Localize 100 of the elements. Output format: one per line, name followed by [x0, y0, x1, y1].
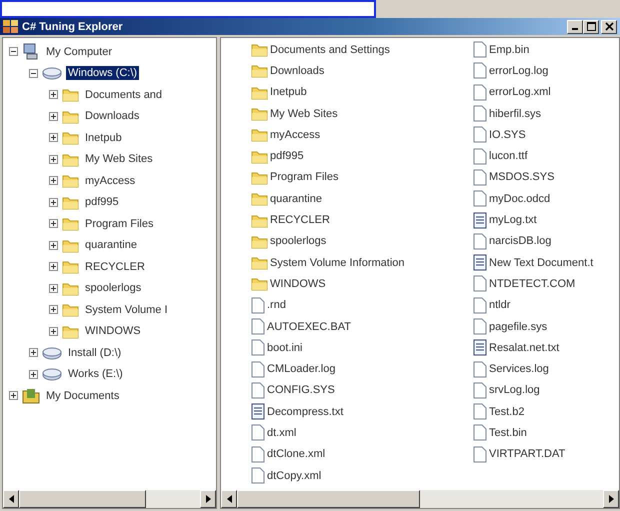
expand-icon[interactable]: [49, 133, 58, 142]
file-item[interactable]: spoolerlogs: [270, 235, 326, 248]
tree-item[interactable]: WINDOWS: [83, 324, 143, 338]
tree-item[interactable]: Inetpub: [83, 130, 124, 145]
tree-item[interactable]: Downloads: [83, 109, 142, 124]
file-item[interactable]: VIRTPART.DAT: [489, 448, 566, 460]
file-item[interactable]: MSDOS.SYS: [489, 171, 554, 184]
tree-item[interactable]: System Volume I: [83, 302, 170, 317]
file-item[interactable]: Program Files: [270, 171, 338, 184]
scroll-right-button[interactable]: [603, 490, 619, 508]
scrollbar-thumb[interactable]: [237, 490, 420, 508]
collapse-icon[interactable]: [29, 68, 38, 78]
file-item[interactable]: myAccess: [270, 128, 320, 141]
tree-item[interactable]: Program Files: [83, 216, 156, 231]
file-icon: [251, 446, 265, 463]
file-item[interactable]: My Web Sites: [270, 108, 338, 120]
tree-item[interactable]: Windows (C:\): [66, 66, 140, 80]
file-item[interactable]: Test.bin: [489, 426, 527, 439]
expand-icon[interactable]: [29, 370, 38, 379]
file-item[interactable]: IO.SYS: [489, 128, 526, 141]
expand-icon[interactable]: [49, 240, 58, 250]
tree-item[interactable]: quarantine: [83, 238, 139, 252]
tree-item[interactable]: My Computer: [44, 44, 114, 59]
file-item[interactable]: CMLoader.log: [267, 363, 336, 376]
folder-icon: [251, 234, 268, 249]
file-item[interactable]: Emp.bin: [489, 44, 530, 56]
folder-icon: [62, 108, 79, 124]
file-icon: [251, 296, 265, 314]
expand-icon[interactable]: [49, 198, 58, 207]
tree-item[interactable]: My Web Sites: [83, 152, 155, 166]
expand-icon[interactable]: [49, 112, 58, 121]
file-item[interactable]: pagefile.sys: [489, 320, 548, 332]
file-item[interactable]: NTDETECT.COM: [489, 278, 576, 290]
scroll-left-button[interactable]: [3, 490, 19, 508]
file-item[interactable]: errorLog.xml: [489, 86, 551, 98]
tree-item[interactable]: Install (D:\): [66, 346, 124, 360]
file-item[interactable]: .rnd: [267, 299, 286, 312]
file-item[interactable]: Downloads: [270, 64, 324, 77]
folder-icon: [62, 173, 79, 188]
file-item[interactable]: errorLog.log: [489, 64, 548, 77]
file-item[interactable]: narcisDB.log: [489, 235, 552, 248]
tree-item[interactable]: myAccess: [83, 174, 138, 188]
file-item[interactable]: CONFIG.SYS: [267, 384, 335, 396]
file-item[interactable]: ntldr: [489, 299, 510, 312]
folder-icon: [62, 238, 79, 253]
file-item[interactable]: RECYCLER: [270, 214, 330, 226]
file-item[interactable]: Inetpub: [270, 86, 307, 98]
expand-icon[interactable]: [49, 90, 58, 100]
tree-item[interactable]: Documents and: [83, 88, 164, 102]
tree-item[interactable]: spoolerlogs: [83, 281, 144, 296]
expand-icon[interactable]: [49, 176, 58, 186]
minimize-button[interactable]: [567, 20, 583, 34]
file-icon: [251, 382, 265, 399]
file-item[interactable]: Resalat.net.txt: [489, 342, 560, 354]
scroll-right-button[interactable]: [200, 490, 216, 508]
file-item[interactable]: Documents and Settings: [270, 44, 390, 56]
file-item[interactable]: WINDOWS: [270, 278, 326, 290]
tree-item[interactable]: RECYCLER: [83, 260, 147, 274]
file-item[interactable]: New Text Document.t: [489, 256, 594, 269]
folder-icon: [251, 276, 268, 292]
close-button[interactable]: [601, 20, 617, 34]
file-icon: [473, 105, 487, 122]
folder-icon: [62, 302, 79, 318]
collapse-icon[interactable]: [9, 47, 18, 56]
file-item[interactable]: lucon.ttf: [489, 150, 528, 162]
file-item[interactable]: Decompress.txt: [267, 406, 344, 418]
file-item[interactable]: quarantine: [270, 192, 322, 205]
tree-item[interactable]: pdf995: [83, 195, 121, 210]
scrollbar-thumb[interactable]: [19, 490, 146, 508]
expand-icon[interactable]: [49, 262, 58, 272]
file-item[interactable]: pdf995: [270, 150, 304, 162]
file-item[interactable]: hiberfil.sys: [489, 108, 541, 120]
scroll-left-button[interactable]: [221, 490, 237, 508]
expand-icon[interactable]: [49, 219, 58, 228]
file-icon: [251, 339, 265, 356]
expand-icon[interactable]: [49, 154, 58, 164]
file-item[interactable]: srvLog.log: [489, 384, 540, 396]
drive-icon: [42, 346, 62, 360]
file-item[interactable]: myDoc.odcd: [489, 192, 550, 205]
right-arrow-icon: [206, 495, 210, 503]
file-icon: [473, 126, 487, 144]
maximize-button[interactable]: [583, 20, 599, 34]
tree-item[interactable]: Works (E:\): [66, 367, 125, 382]
tree-item[interactable]: My Documents: [44, 388, 122, 403]
file-item[interactable]: System Volume Information: [270, 256, 405, 269]
expand-icon[interactable]: [49, 305, 58, 314]
file-item[interactable]: dt.xml: [267, 426, 296, 439]
horizontal-scrollbar[interactable]: [3, 490, 216, 508]
expand-icon[interactable]: [29, 348, 38, 358]
file-item[interactable]: Test.b2: [489, 406, 524, 418]
file-item[interactable]: myLog.txt: [489, 214, 537, 226]
horizontal-scrollbar[interactable]: [221, 490, 619, 508]
file-item[interactable]: AUTOEXEC.BAT: [267, 320, 351, 332]
file-item[interactable]: dtClone.xml: [267, 448, 326, 460]
file-item[interactable]: boot.ini: [267, 342, 302, 354]
file-item[interactable]: Services.log: [489, 363, 549, 376]
expand-icon[interactable]: [49, 326, 58, 336]
expand-icon[interactable]: [49, 284, 58, 293]
expand-icon[interactable]: [9, 391, 18, 400]
file-item[interactable]: dtCopy.xml: [267, 470, 322, 482]
